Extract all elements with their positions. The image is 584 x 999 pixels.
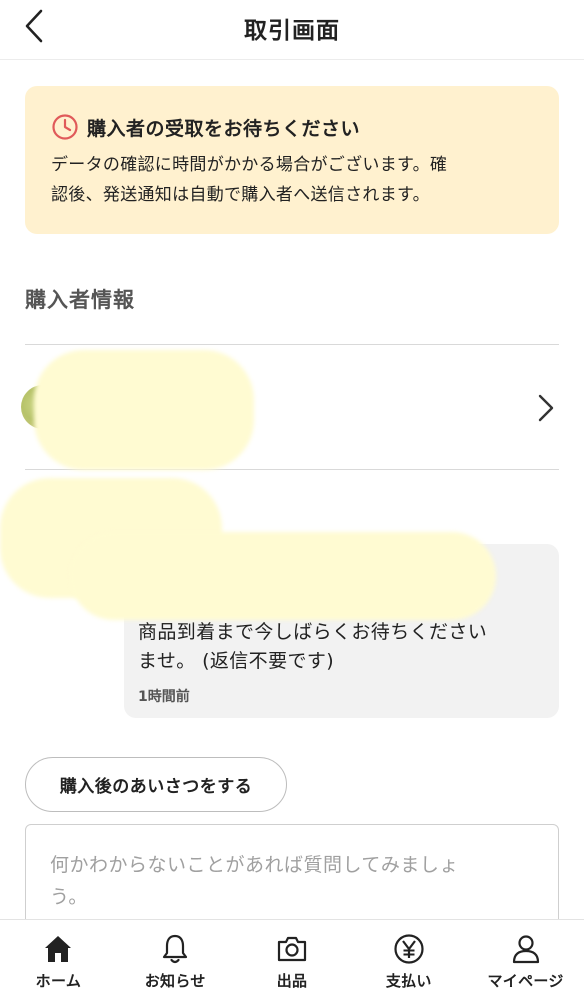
message-line: ませ。 (返信不要です) — [138, 650, 335, 672]
camera-icon — [277, 936, 307, 962]
message-timestamp: 1時間前 — [138, 689, 190, 705]
user-icon — [512, 935, 539, 964]
message-text: 商品到着まで今しばらくお待ちください ませ。 (返信不要です) — [138, 618, 543, 676]
redaction-mark — [34, 350, 254, 470]
input-placeholder: 何かわからないことがあれば質問してみましょ — [50, 854, 459, 876]
tab-notifications[interactable]: お知らせ — [117, 920, 234, 999]
buyer-section-title: 購入者情報 — [25, 288, 135, 312]
notice-card: 購入者の受取をお待ちください データの確認に時間がかかる場合がございます。確 認… — [25, 86, 559, 234]
tab-label: お知らせ — [144, 972, 206, 990]
greeting-button[interactable]: 購入後のあいさつをする — [25, 757, 287, 812]
tab-label: 支払い — [385, 972, 432, 990]
chevron-right-icon — [538, 394, 554, 422]
tab-bar: ホーム お知らせ 出品 支払い マイページ — [0, 919, 584, 999]
tab-label: 出品 — [276, 972, 308, 990]
header: 取引画面 — [0, 0, 584, 60]
redaction-mark — [70, 532, 496, 620]
clock-icon — [52, 114, 78, 140]
tab-label: ホーム — [35, 972, 82, 990]
page-title: 取引画面 — [244, 18, 340, 44]
tab-sell[interactable]: 出品 — [234, 920, 351, 999]
home-icon — [45, 936, 72, 962]
bell-icon — [163, 934, 188, 964]
yen-icon — [394, 934, 424, 964]
notice-body-line: 認後、発送通知は自動で購入者へ送信されます。 — [51, 185, 430, 205]
tab-home[interactable]: ホーム — [0, 920, 117, 999]
notice-title: 購入者の受取をお待ちください — [87, 117, 361, 140]
tab-payment[interactable]: 支払い — [350, 920, 467, 999]
notice-body: データの確認に時間がかかる場合がございます。確 認後、発送通知は自動で購入者へ送… — [51, 150, 535, 210]
notice-body-line: データの確認に時間がかかる場合がございます。確 — [51, 155, 448, 175]
input-placeholder: う。 — [50, 886, 88, 908]
tab-label: マイページ — [487, 972, 564, 990]
message-line: 商品到着まで今しばらくお待ちください — [138, 621, 488, 643]
transaction-screen: 取引画面 購入者の受取をお待ちください データの確認に時間がかかる場合がございま… — [0, 0, 584, 999]
tab-mypage[interactable]: マイページ — [467, 920, 584, 999]
